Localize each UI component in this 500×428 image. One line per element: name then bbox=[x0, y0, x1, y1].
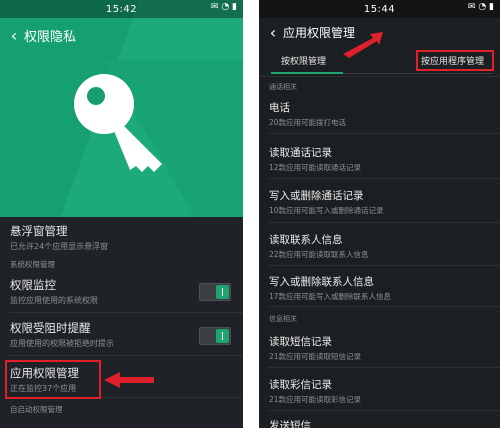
tab-by-permission[interactable]: 按权限管理 bbox=[281, 54, 326, 67]
list-item-read-mms[interactable]: 读取彩信记录 21款应用可能读取彩信记录 bbox=[269, 377, 361, 405]
status-icons: ✉ ◔ ▮ bbox=[467, 2, 494, 12]
status-bar: 15:44 ✉ ◔ ▮ bbox=[259, 0, 500, 18]
tab-active-indicator bbox=[271, 72, 343, 74]
back-arrow-icon[interactable]: ‹ bbox=[263, 23, 283, 42]
highlight-box-by-app bbox=[416, 50, 494, 71]
top-bar: ‹ 权限隐私 bbox=[0, 18, 243, 52]
highlight-box-app-perm bbox=[5, 360, 101, 399]
left-phone-screen: 15:42 ✉ ◔ ▮ ‹ 权限隐私 悬浮窗管理 已允许24个应用显示悬浮窗 系… bbox=[0, 0, 243, 428]
status-time: 15:42 bbox=[105, 3, 138, 15]
list-item-write-call-log[interactable]: 写入或删除通话记录 10款应用可能写入或删除通话记录 bbox=[269, 188, 384, 216]
perm-blocked-toggle[interactable] bbox=[199, 327, 231, 345]
back-arrow-icon[interactable]: ‹ bbox=[4, 26, 24, 45]
right-phone-screen: 15:44 ✉ ◔ ▮ ‹ 应用权限管理 按权限管理 按应用程序管理 通话相关 … bbox=[259, 0, 500, 428]
key-icon bbox=[74, 74, 162, 172]
list-item-read-call-log[interactable]: 读取通话记录 12款应用可能读取通话记录 bbox=[269, 145, 361, 173]
page-title: 权限隐私 bbox=[24, 29, 77, 45]
red-arrow-icon bbox=[104, 372, 154, 388]
section-label-system: 系统权限管理 bbox=[10, 260, 55, 269]
red-arrow-icon bbox=[343, 32, 383, 58]
perm-monitor-toggle[interactable] bbox=[199, 283, 231, 301]
list-item-read-sms[interactable]: 读取短信记录 21款应用可能读取短信记录 bbox=[269, 334, 361, 362]
section-label-autostart: 自启动权限管理 bbox=[10, 405, 63, 414]
list-item-phone[interactable]: 电话 20款应用可能拨打电话 bbox=[269, 100, 346, 128]
status-bar: 15:42 ✉ ◔ ▮ bbox=[0, 0, 243, 18]
status-time: 15:44 bbox=[363, 3, 396, 15]
status-icons: ✉ ◔ ▮ bbox=[210, 2, 237, 12]
list-item-floating-window[interactable]: 悬浮窗管理 已允许24个应用显示悬浮窗 bbox=[0, 223, 243, 252]
settings-list: 悬浮窗管理 已允许24个应用显示悬浮窗 系统权限管理 权限监控 监控应用使用的系… bbox=[0, 217, 243, 414]
section-label-call: 通话相关 bbox=[269, 83, 297, 91]
list-item-send-sms[interactable]: 发送短信 bbox=[269, 418, 311, 428]
section-label-sms: 信息相关 bbox=[269, 315, 297, 323]
list-item-read-contacts[interactable]: 读取联系人信息 22款应用可能读取联系人信息 bbox=[269, 232, 369, 260]
list-item-write-contacts[interactable]: 写入或删除联系人信息 17款应用可能写入或删除联系人信息 bbox=[269, 274, 391, 302]
